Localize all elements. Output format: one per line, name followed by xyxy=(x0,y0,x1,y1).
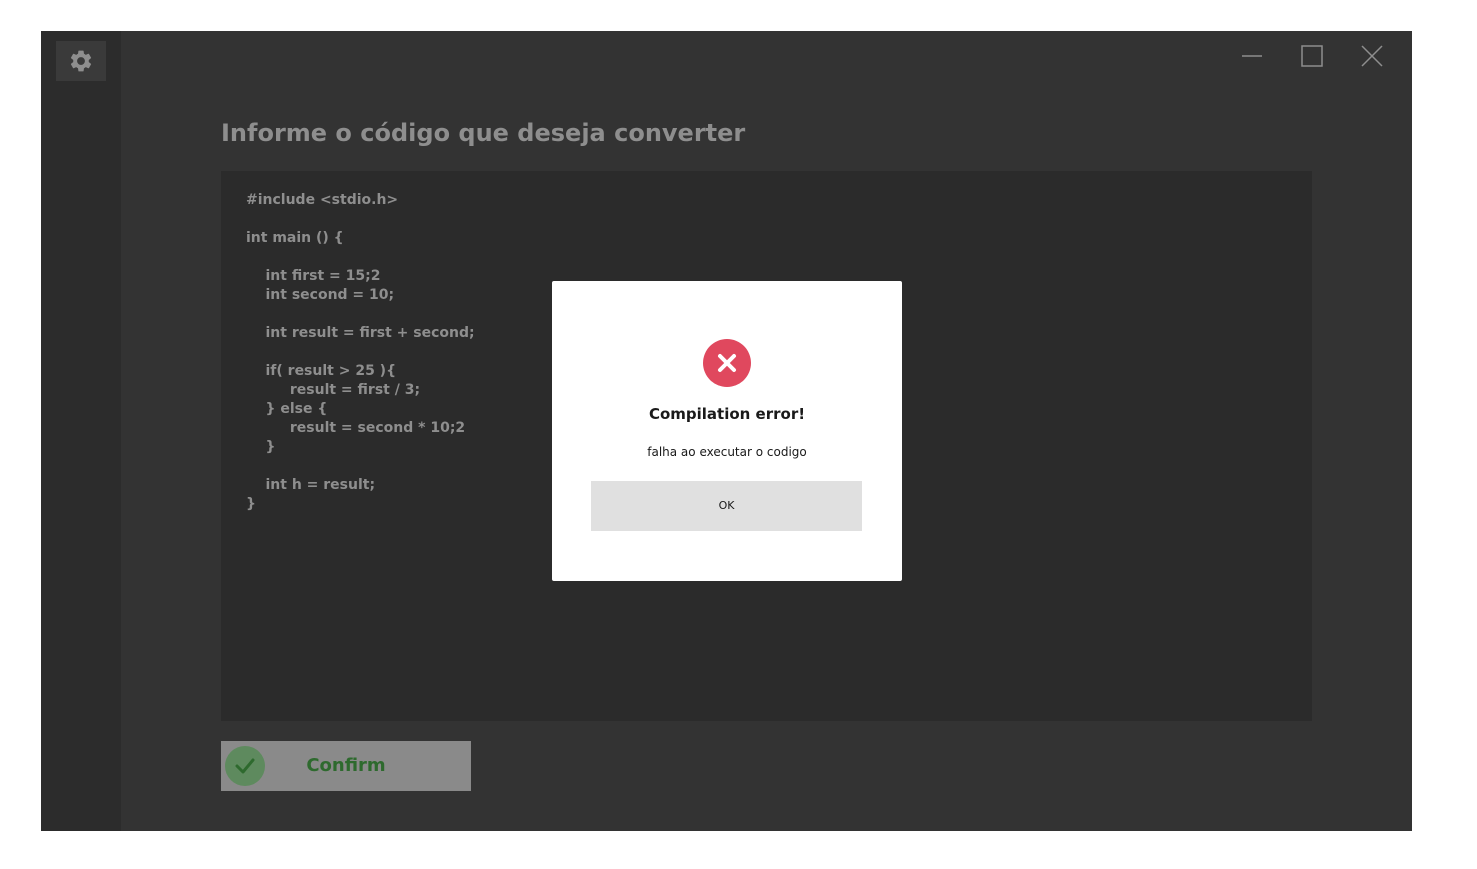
maximize-icon xyxy=(1301,45,1323,67)
page-title: Informe o código que deseja converter xyxy=(221,119,746,147)
minimize-icon xyxy=(1242,55,1262,57)
confirm-button[interactable]: Confirm xyxy=(221,741,471,791)
gear-icon xyxy=(70,50,92,72)
ok-button[interactable]: OK xyxy=(591,481,862,531)
confirm-label: Confirm xyxy=(306,755,386,776)
close-icon xyxy=(1361,45,1383,67)
error-dialog: Compilation error! falha ao executar o c… xyxy=(552,281,902,581)
maximize-button[interactable] xyxy=(1292,41,1332,71)
error-x-icon xyxy=(703,339,751,387)
settings-button[interactable] xyxy=(56,41,106,81)
close-button[interactable] xyxy=(1352,41,1392,71)
check-icon xyxy=(225,746,265,786)
sidebar xyxy=(41,31,121,831)
minimize-button[interactable] xyxy=(1232,41,1272,71)
dialog-message: falha ao executar o codigo xyxy=(647,445,807,459)
dialog-title: Compilation error! xyxy=(648,405,806,423)
